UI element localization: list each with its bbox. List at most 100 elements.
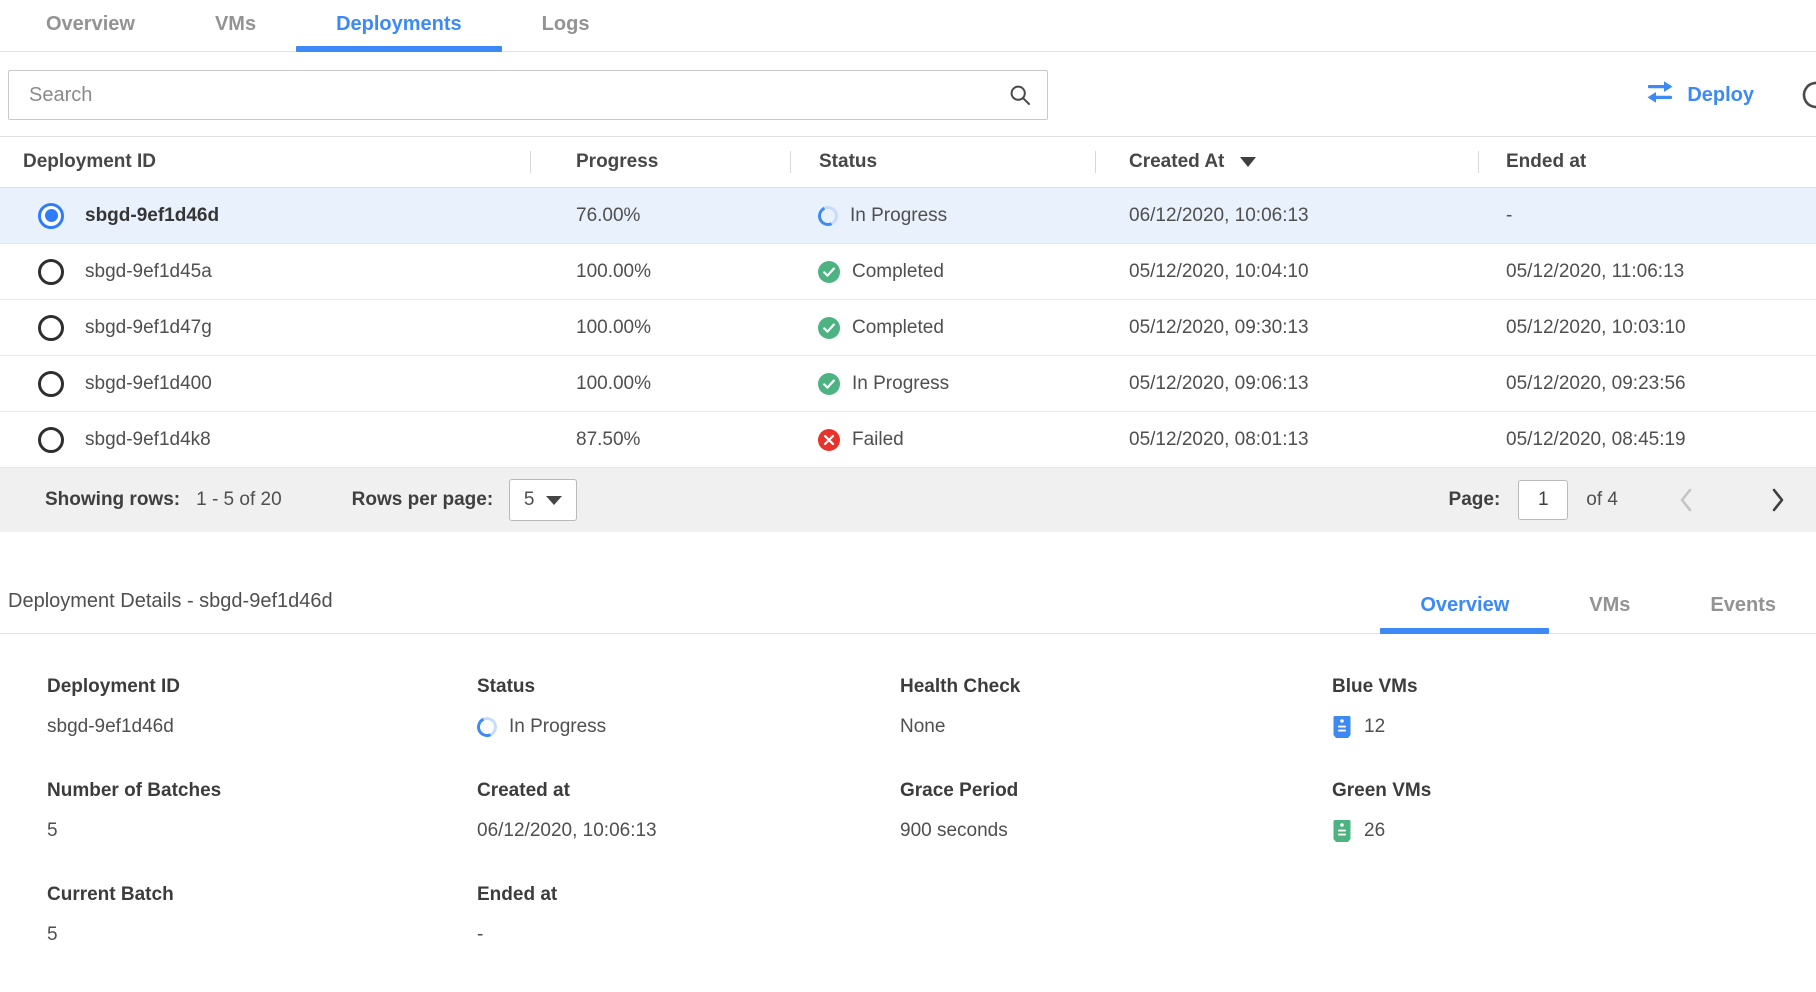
showing-rows-value: 1 - 5 of 20 xyxy=(196,489,282,511)
table-row[interactable]: sbgd-9ef1d47g100.00%Completed05/12/2020,… xyxy=(0,300,1816,356)
detail-field-grace-period: Grace Period900 seconds xyxy=(900,780,1332,844)
row-select-radio[interactable] xyxy=(38,315,64,341)
detail-field-value: 26 xyxy=(1332,818,1816,844)
previous-page-chevron-icon[interactable] xyxy=(1678,486,1695,514)
progress-cell: 76.00% xyxy=(530,205,790,227)
page-number-input[interactable] xyxy=(1518,480,1568,520)
search-icon xyxy=(1008,83,1032,107)
detail-field-value: 5 xyxy=(47,922,477,948)
row-select-radio[interactable] xyxy=(38,371,64,397)
detail-field-label: Deployment ID xyxy=(47,676,477,698)
page-total: of 4 xyxy=(1586,489,1618,511)
table-row[interactable]: sbgd-9ef1d46d 76.00% In Progress 06/12/2020… xyxy=(0,188,1816,244)
status-cell: Completed xyxy=(790,261,1095,283)
status-text: Failed xyxy=(852,429,904,451)
column-header-progress[interactable]: Progress xyxy=(530,137,790,187)
status-text: In Progress xyxy=(852,373,949,395)
tab-overview[interactable]: Overview xyxy=(6,13,175,51)
detail-field-green-vms: Green VMs 26 xyxy=(1332,780,1816,844)
column-header-ended-at[interactable]: Ended at xyxy=(1478,137,1816,187)
detail-field-value-text: In Progress xyxy=(509,716,606,738)
details-header: Deployment Details - sbgd-9ef1d46d Overv… xyxy=(0,590,1816,634)
status-text: Completed xyxy=(852,261,944,283)
created-at-cell: 06/12/2020, 10:06:13 xyxy=(1095,205,1478,227)
detail-field-value-text: - xyxy=(477,924,483,946)
detail-field-label: Created at xyxy=(477,780,900,802)
details-grid: Deployment IDsbgd-9ef1d46dStatus In Progr… xyxy=(0,634,1816,948)
row-select-radio[interactable] xyxy=(38,427,64,453)
details-tab-overview[interactable]: Overview xyxy=(1380,594,1549,633)
details-tab-vms[interactable]: VMs xyxy=(1549,594,1670,633)
row-select-radio[interactable] xyxy=(38,259,64,285)
deployment-id-cell: sbgd-9ef1d4k8 xyxy=(0,427,530,453)
status-cell: Completed xyxy=(790,317,1095,339)
detail-field-value: - xyxy=(477,922,900,948)
completed-check-icon xyxy=(818,261,840,283)
completed-check-icon xyxy=(818,317,840,339)
detail-field-value-text: None xyxy=(900,716,945,738)
detail-field-value-text: 12 xyxy=(1364,716,1385,738)
table-row[interactable]: sbgd-9ef1d4k887.50%Failed05/12/2020, 08:… xyxy=(0,412,1816,468)
created-at-cell: 05/12/2020, 09:30:13 xyxy=(1095,317,1478,339)
status-text: In Progress xyxy=(850,205,947,227)
tab-deployments[interactable]: Deployments xyxy=(296,13,502,51)
deployments-table: Deployment IDProgressStatus Created At End… xyxy=(0,136,1816,532)
table-row[interactable]: sbgd-9ef1d400100.00%In Progress05/12/202… xyxy=(0,356,1816,412)
column-header-deployment-id[interactable]: Deployment ID xyxy=(0,137,530,187)
tab-vms[interactable]: VMs xyxy=(175,13,296,51)
row-select-radio[interactable] xyxy=(38,203,64,229)
column-header-created-at[interactable]: Created At xyxy=(1095,137,1478,187)
detail-field-value-text: 900 seconds xyxy=(900,820,1008,842)
detail-field-value: None xyxy=(900,714,1332,740)
status-cell: In Progress xyxy=(790,205,1095,227)
ended-at-cell: 05/12/2020, 11:06:13 xyxy=(1478,261,1816,283)
progress-cell: 100.00% xyxy=(530,261,790,283)
detail-field-deployment-id: Deployment IDsbgd-9ef1d46d xyxy=(47,676,477,740)
toolbar-actions: Deploy xyxy=(1645,79,1816,111)
swap-arrows-icon xyxy=(1645,80,1675,110)
rows-per-page-select[interactable]: 5 xyxy=(509,479,577,521)
showing-rows-label: Showing rows: xyxy=(45,489,180,511)
column-header-label: Created At xyxy=(1129,151,1224,173)
detail-field-value-text: 5 xyxy=(47,924,58,946)
table-pagination-bar: Showing rows: 1 - 5 of 20 Rows per page:… xyxy=(0,468,1816,532)
column-header-label: Ended at xyxy=(1506,151,1586,173)
created-at-cell: 05/12/2020, 08:01:13 xyxy=(1095,429,1478,451)
status-cell: Failed xyxy=(790,429,1095,451)
in-progress-spinner-icon xyxy=(474,714,500,740)
deploy-button[interactable]: Deploy xyxy=(1645,80,1754,110)
search-input[interactable] xyxy=(8,70,1048,120)
details-tab-events[interactable]: Events xyxy=(1670,594,1816,633)
detail-field-label: Green VMs xyxy=(1332,780,1816,802)
rows-per-page-label: Rows per page: xyxy=(352,489,493,511)
deployment-id-text: sbgd-9ef1d4k8 xyxy=(85,429,211,451)
failed-x-icon xyxy=(818,429,840,451)
refresh-icon[interactable] xyxy=(1800,79,1816,111)
deployment-id-text: sbgd-9ef1d46d xyxy=(85,205,219,227)
detail-field-health-check: Health CheckNone xyxy=(900,676,1332,740)
deployment-id-text: sbgd-9ef1d400 xyxy=(85,373,212,395)
sort-descending-icon xyxy=(1240,157,1256,167)
detail-field-value: 900 seconds xyxy=(900,818,1332,844)
detail-field-value: 06/12/2020, 10:06:13 xyxy=(477,818,900,844)
detail-field-created-at: Created at 06/12/2020, 10:06:13 xyxy=(477,780,900,844)
top-tab-bar: OverviewVMsDeploymentsLogs xyxy=(0,0,1816,52)
deploy-button-label: Deploy xyxy=(1687,84,1754,107)
ended-at-cell: 05/12/2020, 08:45:19 xyxy=(1478,429,1816,451)
table-body: sbgd-9ef1d46d 76.00% In Progress 06/12/2020… xyxy=(0,188,1816,468)
column-header-status[interactable]: Status xyxy=(790,137,1095,187)
detail-field-value-text: 06/12/2020, 10:06:13 xyxy=(477,820,657,842)
created-at-cell: 05/12/2020, 10:04:10 xyxy=(1095,261,1478,283)
page-label: Page: xyxy=(1449,489,1501,511)
detail-field-label: Current Batch xyxy=(47,884,477,906)
deployment-id-cell: sbgd-9ef1d45a xyxy=(0,259,530,285)
deployment-id-cell: sbgd-9ef1d46d xyxy=(0,203,530,229)
detail-field-label: Ended at xyxy=(477,884,900,906)
status-text: Completed xyxy=(852,317,944,339)
next-page-chevron-icon[interactable] xyxy=(1769,486,1786,514)
pagination-right: Page: of 4 xyxy=(1449,480,1786,520)
table-row[interactable]: sbgd-9ef1d45a100.00% Completed 05/12/2020,… xyxy=(0,244,1816,300)
detail-field-label: Status xyxy=(477,676,900,698)
table-header-row: Deployment IDProgressStatus Created At End… xyxy=(0,136,1816,188)
tab-logs[interactable]: Logs xyxy=(502,13,630,51)
